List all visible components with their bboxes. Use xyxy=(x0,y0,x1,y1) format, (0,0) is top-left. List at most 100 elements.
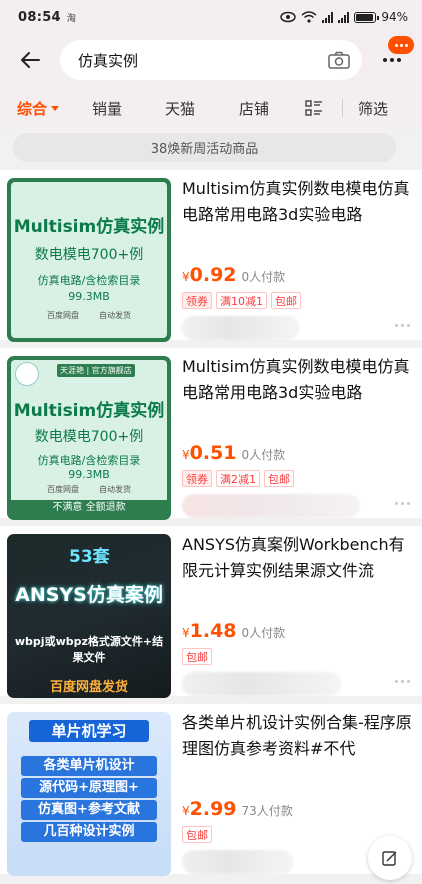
tab-tmall[interactable]: 天猫 xyxy=(138,86,222,130)
product-info: ANSYS仿真案例Workbench有限元计算实例结果源文件流 ¥ 1.48 0… xyxy=(182,532,414,696)
tag-row: 领券 满2减1 包邮 xyxy=(182,470,294,487)
product-card[interactable]: 53套 ANSYS仿真案例 wbpj或wbpz格式源文件+结果文件 百度网盘发货… xyxy=(0,526,422,698)
image-foot: 自动发货 xyxy=(99,311,131,320)
image-headline: Multisim仿真实例 xyxy=(13,401,165,421)
image-line: 99.3MB xyxy=(68,468,110,481)
price-row: ¥ 0.92 0人付款 xyxy=(182,264,285,286)
product-title[interactable]: 各类单片机设计实例合集-程序原理图仿真参考资料#不代 xyxy=(182,710,414,762)
image-line: 各类单片机设计 xyxy=(21,756,157,776)
more-icon xyxy=(383,58,401,62)
image-shop: 天涯艳 | 官方旗舰店 xyxy=(57,364,135,377)
image-line: 源代码+原理图+ xyxy=(21,778,157,798)
tab-sales[interactable]: 销量 xyxy=(76,86,138,130)
product-card[interactable]: Multisim仿真实例 数电模电700+例 仿真电路/含检索目录 99.3MB… xyxy=(0,170,422,342)
tag-row: 包邮 xyxy=(182,826,212,843)
tag-row: 领券 满10减1 包邮 xyxy=(182,292,301,309)
image-foot: 百度网盘 xyxy=(47,311,79,320)
image-line: 仿真电路/含检索目录 xyxy=(37,274,141,287)
coupon-tag[interactable]: 领券 xyxy=(182,470,212,487)
image-foot: 百度网盘 xyxy=(47,485,79,494)
search-header: 仿真实例 xyxy=(0,34,422,86)
discount-tag: 满2减1 xyxy=(216,470,260,487)
image-line: 仿真图+参考文献 xyxy=(21,800,157,820)
battery-icon xyxy=(354,11,380,23)
price: 2.99 xyxy=(189,798,237,820)
paid-count: 0人付款 xyxy=(241,626,286,640)
image-headline: 单片机学习 xyxy=(29,720,149,742)
back-button[interactable] xyxy=(0,34,60,86)
notification-badge xyxy=(388,36,414,54)
image-line: 仿真电路/含检索目录 xyxy=(37,454,141,467)
image-line: 数电模电700+例 xyxy=(34,429,144,445)
camera-icon[interactable] xyxy=(328,51,350,69)
free-shipping-tag: 包邮 xyxy=(264,470,294,487)
product-image[interactable]: Multisim仿真实例 数电模电700+例 仿真电路/含检索目录 99.3MB… xyxy=(7,178,171,342)
tab-label: 天猫 xyxy=(164,99,195,118)
guarantee-banner: 不满意 全额退款 xyxy=(11,500,167,516)
product-title[interactable]: ANSYS仿真案例Workbench有限元计算实例结果源文件流 xyxy=(182,532,414,584)
price-row: ¥ 2.99 73人付款 xyxy=(182,798,293,820)
free-shipping-tag: 包邮 xyxy=(182,648,212,665)
eye-icon xyxy=(280,11,297,23)
coupon-tag[interactable]: 领券 xyxy=(182,292,212,309)
status-time: 08:54 xyxy=(18,9,61,25)
more-options-icon[interactable] xyxy=(395,680,410,683)
status-bar: 08:54 淘 94% xyxy=(0,0,422,34)
tab-comprehensive[interactable]: 综合 xyxy=(0,86,76,130)
tab-shops[interactable]: 店铺 xyxy=(222,86,286,130)
product-card[interactable]: 天涯艳 | 官方旗舰店 Multisim仿真实例 数电模电700+例 仿真电路/… xyxy=(0,348,422,520)
tag-row: 包邮 xyxy=(182,648,212,665)
free-shipping-tag: 包邮 xyxy=(182,826,212,843)
shop-name-blurred[interactable] xyxy=(182,316,300,340)
price-row: ¥ 0.51 0人付款 xyxy=(182,442,285,464)
list-view-toggle[interactable] xyxy=(286,86,342,130)
product-title[interactable]: Multisim仿真实例数电模电仿真电路常用电路3d实验电路 xyxy=(182,176,414,228)
product-info: Multisim仿真实例数电模电仿真电路常用电路3d实验电路 ¥ 0.92 0人… xyxy=(182,176,414,340)
more-options-icon[interactable] xyxy=(395,324,410,327)
product-title[interactable]: Multisim仿真实例数电模电仿真电路常用电路3d实验电路 xyxy=(182,354,414,406)
campaign-banner[interactable]: 38焕新周活动商品 xyxy=(13,133,396,162)
image-foot: 自动发货 xyxy=(99,485,131,494)
sort-bar: 综合 销量 天猫 店铺 筛选 xyxy=(0,86,422,130)
product-info: Multisim仿真实例数电模电仿真电路常用电路3d实验电路 ¥ 0.51 0人… xyxy=(182,354,414,518)
product-image[interactable]: 天涯艳 | 官方旗舰店 Multisim仿真实例 数电模电700+例 仿真电路/… xyxy=(7,356,171,520)
tab-label: 销量 xyxy=(91,99,122,118)
signal-icon xyxy=(322,11,334,23)
tab-label: 综合 xyxy=(16,99,47,118)
currency: ¥ xyxy=(182,626,190,640)
caret-down-icon xyxy=(51,105,59,111)
back-arrow-icon xyxy=(21,52,40,68)
price: 0.51 xyxy=(189,442,237,464)
app-indicator: 淘 xyxy=(66,13,76,24)
search-input[interactable]: 仿真实例 xyxy=(60,40,362,80)
campaign-label: 38焕新周活动商品 xyxy=(150,142,259,157)
edit-icon xyxy=(382,851,397,866)
shop-name-blurred[interactable] xyxy=(182,850,294,874)
image-headline: Multisim仿真实例 xyxy=(13,217,165,237)
product-card[interactable]: 单片机学习 各类单片机设计 源代码+原理图+ 仿真图+参考文献 几百种设计实例 … xyxy=(0,704,422,876)
free-shipping-tag: 包邮 xyxy=(271,292,301,309)
search-query: 仿真实例 xyxy=(78,51,139,70)
wifi-icon xyxy=(301,11,317,23)
shop-logo xyxy=(15,362,39,386)
tab-label: 筛选 xyxy=(357,99,388,118)
more-options-icon[interactable] xyxy=(395,502,410,505)
image-foot: 百度网盘发货 xyxy=(49,680,128,695)
shop-name-blurred[interactable] xyxy=(182,494,360,518)
image-badge: 53套 xyxy=(69,547,110,567)
currency: ¥ xyxy=(182,448,190,462)
paid-count: 0人付款 xyxy=(241,270,286,284)
product-image[interactable]: 单片机学习 各类单片机设计 源代码+原理图+ 仿真图+参考文献 几百种设计实例 xyxy=(7,712,171,876)
tab-filter[interactable]: 筛选 xyxy=(343,86,403,130)
product-image[interactable]: 53套 ANSYS仿真案例 wbpj或wbpz格式源文件+结果文件 百度网盘发货 xyxy=(7,534,171,698)
more-button[interactable] xyxy=(362,34,422,86)
image-headline: ANSYS仿真案例 xyxy=(15,584,163,606)
price: 0.92 xyxy=(189,264,237,286)
paid-count: 73人付款 xyxy=(241,804,293,818)
list-view-icon xyxy=(305,100,322,116)
discount-tag: 满10减1 xyxy=(216,292,267,309)
edit-float-button[interactable] xyxy=(368,836,412,880)
paid-count: 0人付款 xyxy=(241,448,286,462)
shop-name-blurred[interactable] xyxy=(182,672,342,696)
image-line: 几百种设计实例 xyxy=(21,822,157,842)
